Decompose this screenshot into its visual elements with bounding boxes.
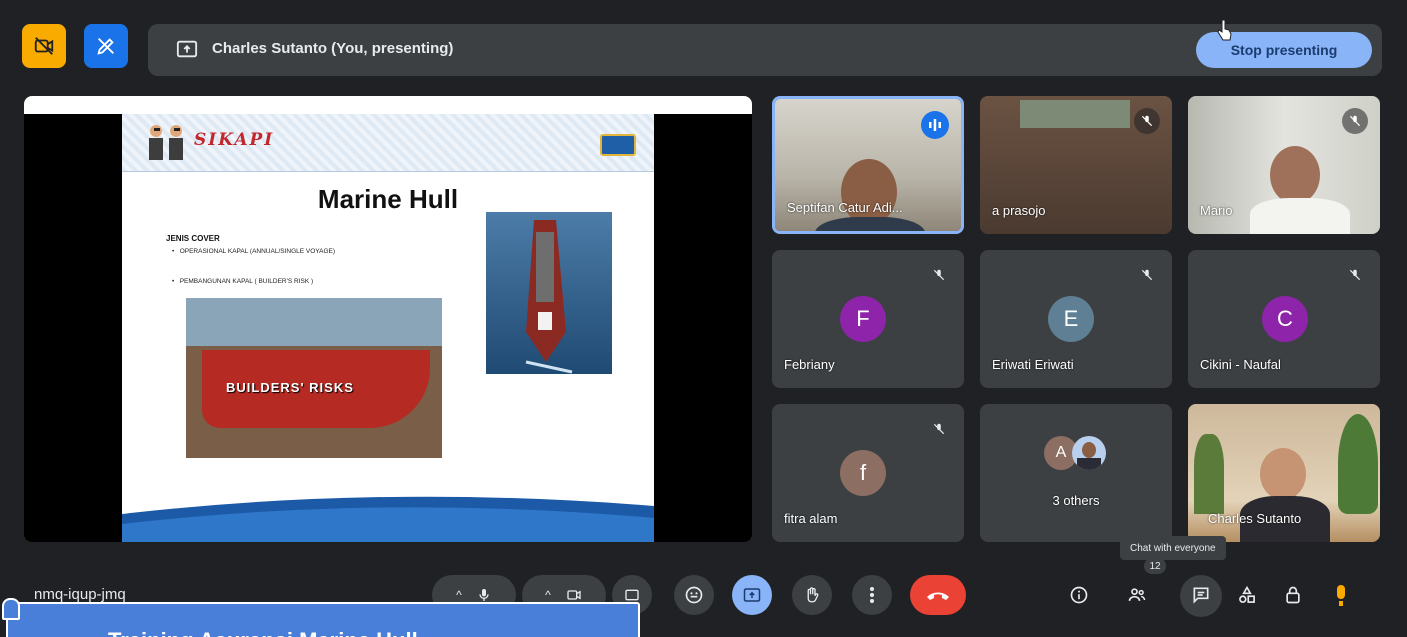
avatar: f — [840, 450, 886, 496]
avatar-photo — [1072, 436, 1106, 470]
top-bar: Charles Sutanto (You, presenting) Stop p… — [0, 0, 1407, 80]
more-options-button[interactable] — [852, 575, 892, 615]
camera-icon[interactable] — [565, 587, 583, 603]
activities-icon — [1239, 585, 1255, 603]
participant-name: fitra alam — [784, 511, 838, 526]
avatar: F — [840, 296, 886, 342]
slide: SIKAPI Marine Hull JENIS COVER • OPERASI… — [122, 114, 654, 542]
participant-name: Eriwati Eriwati — [992, 357, 1074, 372]
slide-bullet: • OPERASIONAL KAPAL (ANNUAL/SINGLE VOYAG… — [172, 248, 336, 255]
slide-bullet: • PEMBANGUNAN KAPAL ( BUILDER'S RISK ) — [172, 278, 314, 285]
chat-icon — [1193, 587, 1209, 604]
participant-tile-others[interactable]: A 3 others — [980, 404, 1172, 542]
slide-footer-wave — [122, 496, 654, 542]
logo-people-icon — [149, 125, 183, 160]
presenting-label: Charles Sutanto (You, presenting) — [212, 40, 454, 57]
avatar: C — [1262, 296, 1308, 342]
emoji-button[interactable] — [674, 575, 714, 615]
stage-top-strip — [24, 96, 752, 114]
training-title: Training Asuransi Marine Hull — [108, 628, 418, 637]
record-button[interactable] — [1326, 580, 1356, 610]
present-screen-icon — [743, 588, 761, 602]
chat-tooltip: Chat with everyone — [1120, 536, 1226, 560]
slide-badge-logo — [600, 134, 636, 156]
meeting-code: nmq-iqup-jmq — [34, 586, 126, 603]
present-screen-icon — [176, 38, 198, 60]
annotate-icon[interactable] — [84, 24, 128, 68]
end-call-button[interactable] — [910, 575, 966, 615]
meeting-details-button[interactable] — [1064, 580, 1094, 610]
presentation-stage: SIKAPI Marine Hull JENIS COVER • OPERASI… — [24, 96, 752, 542]
chevron-up-icon[interactable]: ^ — [545, 588, 551, 602]
chat-button[interactable] — [1186, 580, 1216, 610]
slide-banner: SIKAPI — [122, 114, 654, 172]
people-icon — [1128, 588, 1146, 601]
training-title-card: Training Asuransi Marine Hull — [6, 602, 640, 637]
participant-tile[interactable]: Septifan Catur Adi... — [772, 96, 964, 234]
record-indicator-icon — [1337, 585, 1345, 606]
participant-tile[interactable]: f fitra alam — [772, 404, 964, 542]
chevron-up-icon[interactable]: ^ — [456, 588, 462, 602]
mic-off-icon — [926, 262, 952, 288]
raise-hand-button[interactable] — [792, 575, 832, 615]
participant-tile[interactable]: Mario — [1188, 96, 1380, 234]
mic-off-icon — [1134, 262, 1160, 288]
participant-name: Mario — [1200, 203, 1233, 218]
builders-risks-caption: BUILDERS' RISKS — [226, 380, 354, 395]
hand-icon — [807, 587, 819, 603]
camera-off-icon[interactable] — [22, 24, 66, 68]
mic-off-icon — [1342, 262, 1368, 288]
participant-name: Febriany — [784, 357, 835, 372]
phone-hangup-icon — [927, 592, 949, 600]
participant-name: 3 others — [1052, 493, 1100, 508]
mic-off-icon — [926, 416, 952, 442]
people-count-badge: 12 — [1144, 558, 1166, 574]
emoji-icon — [685, 586, 703, 604]
slide-logo-text: SIKAPI — [194, 130, 275, 150]
host-controls-button[interactable] — [1278, 580, 1308, 610]
mic-off-icon — [1342, 108, 1368, 134]
mic-off-icon — [1134, 108, 1160, 134]
speaking-indicator-icon — [921, 111, 949, 139]
activities-button[interactable] — [1232, 580, 1262, 610]
presenting-banner: Charles Sutanto (You, presenting) Stop p… — [148, 24, 1382, 76]
caption-card-tab — [2, 598, 20, 620]
participant-tile[interactable]: a prasojo — [980, 96, 1172, 234]
participant-tile[interactable]: C Cikini - Naufal — [1188, 250, 1380, 388]
builders-risks-photo: BUILDERS' RISKS — [186, 298, 442, 458]
people-button[interactable] — [1122, 580, 1152, 610]
more-vert-icon — [870, 587, 874, 603]
ship-photo — [486, 212, 612, 374]
captions-icon — [625, 589, 639, 601]
slide-subheading: JENIS COVER — [166, 234, 220, 243]
info-icon — [1070, 586, 1088, 604]
participant-name: Septifan Catur Adi... — [787, 200, 903, 215]
avatar: E — [1048, 296, 1094, 342]
participant-tile[interactable]: E Eriwati Eriwati — [980, 250, 1172, 388]
slide-title: Marine Hull — [317, 184, 459, 214]
lock-person-icon — [1286, 586, 1300, 604]
participant-tile-self[interactable]: Charles Sutanto — [1188, 404, 1380, 542]
participant-name: a prasojo — [992, 203, 1046, 218]
participant-name: Charles Sutanto — [1208, 511, 1302, 526]
present-button[interactable] — [732, 575, 772, 615]
participant-name: Cikini - Naufal — [1200, 357, 1281, 372]
participant-tile[interactable]: F Febriany — [772, 250, 964, 388]
mouse-pointer-icon — [1217, 19, 1232, 41]
